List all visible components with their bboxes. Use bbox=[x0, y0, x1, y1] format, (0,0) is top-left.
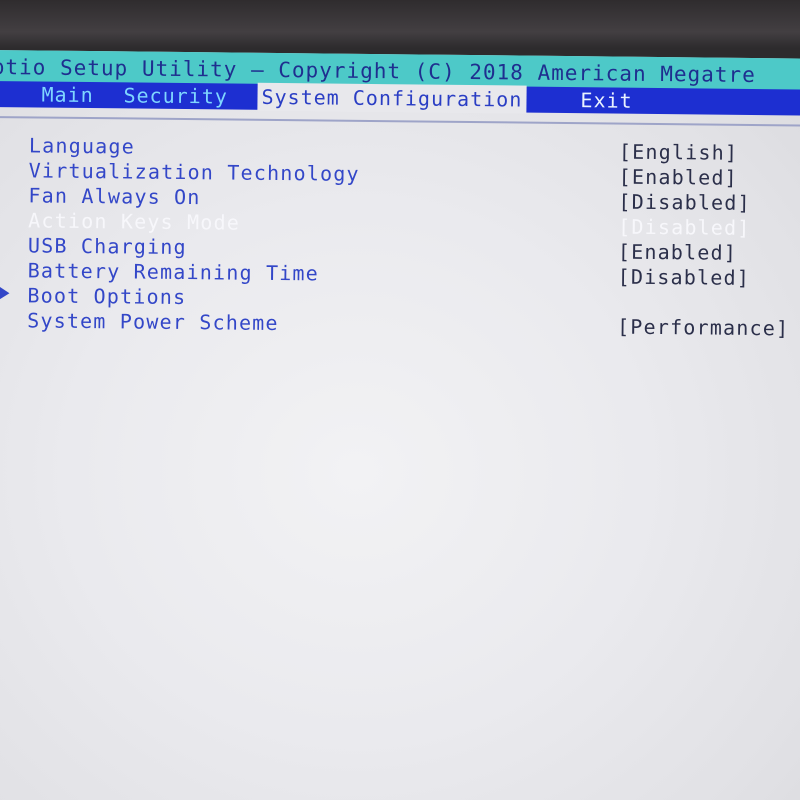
setting-value[interactable]: [Disabled] bbox=[618, 215, 751, 240]
setting-value[interactable]: [Disabled] bbox=[618, 190, 751, 215]
tab-system-configuration[interactable]: System Configuration bbox=[257, 82, 527, 114]
monitor-bezel: ptio Setup Utility – Copyright (C) 2018 … bbox=[0, 0, 800, 800]
setting-value[interactable]: [Disabled] bbox=[618, 265, 751, 290]
setting-value[interactable]: [Performance] bbox=[617, 315, 789, 341]
tab-main[interactable]: Main bbox=[37, 81, 97, 108]
bios-screen: ptio Setup Utility – Copyright (C) 2018 … bbox=[0, 50, 800, 800]
setting-label: USB Charging bbox=[27, 233, 187, 260]
setting-value[interactable]: [Enabled] bbox=[619, 165, 738, 190]
tab-security[interactable]: Security bbox=[119, 82, 232, 109]
submenu-arrow-icon bbox=[0, 286, 10, 301]
setting-label: Fan Always On bbox=[28, 183, 201, 210]
setting-value[interactable]: [English] bbox=[619, 140, 738, 165]
setting-label: Virtualization Technology bbox=[28, 158, 360, 186]
setting-label: Boot Options bbox=[27, 283, 187, 310]
setting-value[interactable]: [Enabled] bbox=[618, 240, 737, 265]
setting-label: Language bbox=[28, 133, 136, 159]
setting-label: System Power Scheme bbox=[27, 308, 279, 336]
setting-label: Battery Remaining Time bbox=[27, 258, 320, 286]
header-divider bbox=[0, 115, 800, 127]
setting-label: Action Keys Mode bbox=[28, 208, 241, 235]
tab-exit[interactable]: Exit bbox=[576, 87, 636, 114]
